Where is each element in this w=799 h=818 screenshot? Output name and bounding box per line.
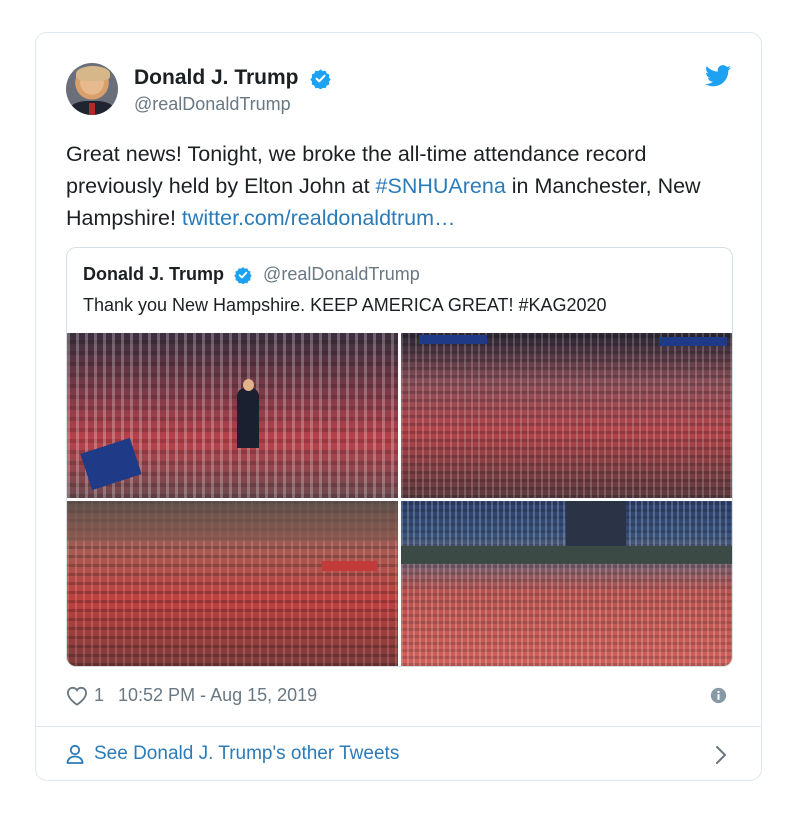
author-handle[interactable]: @realDonaldTrump <box>134 94 291 115</box>
like-count[interactable]: 1 <box>94 685 104 706</box>
tweet-url-link[interactable]: twitter.com/realdonaldtrum… <box>182 206 456 230</box>
quoted-author-handle[interactable]: @realDonaldTrump <box>263 264 420 284</box>
verified-badge-icon <box>310 69 332 89</box>
chevron-right-icon[interactable] <box>715 745 727 765</box>
rally-photo-stage[interactable] <box>67 333 398 498</box>
rally-photo-crowd-arena[interactable] <box>401 333 732 498</box>
quoted-author-name[interactable]: Donald J. Trump <box>83 264 224 284</box>
quoted-tweet[interactable]: Donald J. Trump @realDonaldTrump Thank y… <box>66 247 733 667</box>
quoted-tweet-header: Donald J. Trump @realDonaldTrump <box>83 264 420 285</box>
see-more-tweets-link[interactable]: See Donald J. Trump's other Tweets <box>66 743 399 765</box>
tweet-meta: 1 10:52 PM - Aug 15, 2019 <box>66 685 317 706</box>
info-icon[interactable] <box>710 687 727 704</box>
person-icon <box>66 744 84 764</box>
tweet-text: Great news! Tonight, we broke the all-ti… <box>66 138 746 234</box>
hashtag-link[interactable]: #SNHUArena <box>376 174 506 198</box>
rally-photo-outdoor-crowd[interactable] <box>401 501 732 666</box>
author-name-row[interactable]: Donald J. Trump <box>134 66 332 90</box>
author-name[interactable]: Donald J. Trump <box>134 66 299 89</box>
rally-photo-arena-wide[interactable] <box>67 501 398 666</box>
verified-badge-icon <box>234 267 252 285</box>
quoted-tweet-text: Thank you New Hampshire. KEEP AMERICA GR… <box>83 295 607 315</box>
author-avatar[interactable] <box>66 63 118 115</box>
twitter-bird-icon[interactable] <box>705 65 731 87</box>
tweet-timestamp[interactable]: 10:52 PM - Aug 15, 2019 <box>118 685 317 706</box>
photo-grid <box>67 333 732 666</box>
footer-divider <box>36 726 761 727</box>
see-more-tweets-label[interactable]: See Donald J. Trump's other Tweets <box>94 743 399 765</box>
heart-icon[interactable] <box>66 686 88 706</box>
embedded-tweet-card: Donald J. Trump @realDonaldTrump Great n… <box>35 32 762 781</box>
